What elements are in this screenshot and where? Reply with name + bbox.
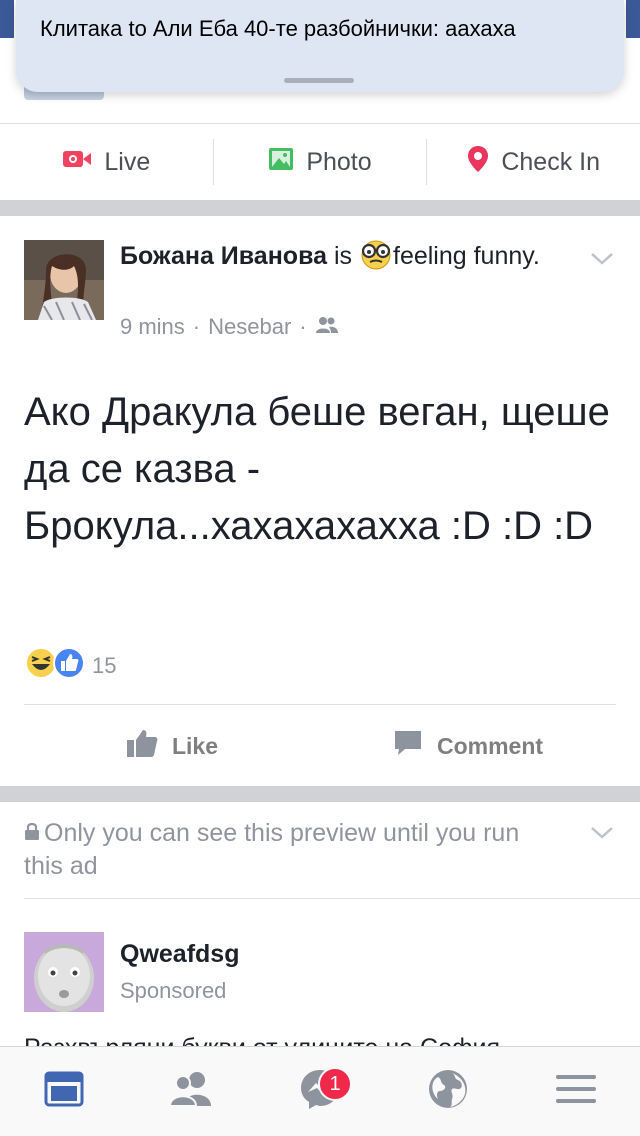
reactions-summary[interactable]: 15 bbox=[24, 646, 116, 685]
push-notification[interactable]: Клитака to Али Еба 40-те разбойнички: аа… bbox=[16, 0, 624, 92]
tab-news-feed[interactable] bbox=[0, 1047, 128, 1136]
friends-icon bbox=[168, 1071, 215, 1112]
post-action-bar: Like Comment bbox=[24, 706, 616, 786]
author-name[interactable]: Божана Иванова bbox=[120, 242, 327, 270]
blue-nav-edge-right bbox=[626, 0, 640, 38]
reaction-count: 15 bbox=[92, 652, 117, 678]
feed-post: Божана Иванова is feeling funny. 9 mins … bbox=[0, 216, 640, 786]
bottom-tab-bar: 1 bbox=[0, 1046, 640, 1136]
check-in-label: Check In bbox=[501, 147, 601, 176]
notification-text: Клитака to Али Еба 40-те разбойнички: аа… bbox=[40, 16, 516, 41]
comment-button[interactable]: Comment bbox=[320, 706, 616, 786]
friends-audience-icon bbox=[315, 314, 339, 340]
author-avatar[interactable] bbox=[24, 240, 104, 320]
photo-icon bbox=[268, 147, 294, 178]
meta-dot: · bbox=[192, 314, 201, 339]
photo-label: Photo bbox=[306, 147, 372, 176]
like-button[interactable]: Like bbox=[24, 706, 320, 786]
feeling-text: feeling funny. bbox=[393, 242, 540, 270]
tab-friend-requests[interactable] bbox=[128, 1047, 256, 1136]
post-time[interactable]: 9 mins bbox=[120, 314, 185, 340]
feed-separator bbox=[0, 786, 640, 802]
tab-messenger[interactable]: 1 bbox=[256, 1047, 384, 1136]
is-word: is bbox=[333, 242, 353, 270]
comment-label: Comment bbox=[436, 732, 544, 759]
page-avatar[interactable] bbox=[24, 932, 104, 1012]
photo-button[interactable]: Photo bbox=[214, 139, 427, 185]
like-reaction-icon bbox=[52, 646, 86, 685]
meta-dot: · bbox=[299, 314, 307, 339]
live-label: Live bbox=[104, 147, 151, 176]
post-header: Божана Иванова is feeling funny. bbox=[120, 238, 590, 280]
menu-hamburger-icon bbox=[555, 1073, 597, 1110]
page-name[interactable]: Qweafdsg bbox=[120, 940, 239, 969]
location-pin-icon bbox=[467, 145, 489, 180]
tab-notifications[interactable] bbox=[384, 1047, 512, 1136]
thumbs-up-icon bbox=[126, 728, 158, 764]
live-button[interactable]: Live bbox=[0, 139, 213, 185]
news-feed-icon bbox=[44, 1071, 84, 1112]
post-meta: 9 mins · Nesebar · bbox=[120, 314, 339, 340]
lock-icon bbox=[24, 816, 40, 849]
ad-options-chevron-icon[interactable] bbox=[590, 826, 614, 845]
post-location[interactable]: Nesebar bbox=[208, 314, 291, 340]
divider bbox=[24, 898, 640, 899]
post-options-chevron-icon[interactable] bbox=[590, 252, 614, 271]
notification-grabber[interactable] bbox=[284, 78, 354, 83]
messenger-badge: 1 bbox=[318, 1067, 352, 1101]
live-video-icon bbox=[62, 148, 92, 177]
divider bbox=[24, 704, 616, 705]
feed-separator bbox=[0, 200, 640, 216]
preview-notice: Only you can see this preview until you … bbox=[24, 816, 564, 883]
feeling-emoji-icon bbox=[359, 238, 393, 280]
check-in-button[interactable]: Check In bbox=[427, 139, 640, 185]
comment-bubble-icon bbox=[393, 729, 423, 763]
tab-more[interactable] bbox=[512, 1047, 640, 1136]
composer-actions: Live Photo Check In bbox=[0, 124, 640, 200]
like-label: Like bbox=[171, 732, 219, 759]
post-body-text: Ако Дракула беше веган, щеше да се казва… bbox=[24, 390, 610, 548]
blue-nav-edge-left bbox=[0, 0, 14, 38]
preview-notice-text: Only you can see this preview until you … bbox=[24, 819, 520, 880]
sponsored-label: Sponsored bbox=[120, 978, 227, 1003]
globe-icon bbox=[428, 1069, 468, 1114]
